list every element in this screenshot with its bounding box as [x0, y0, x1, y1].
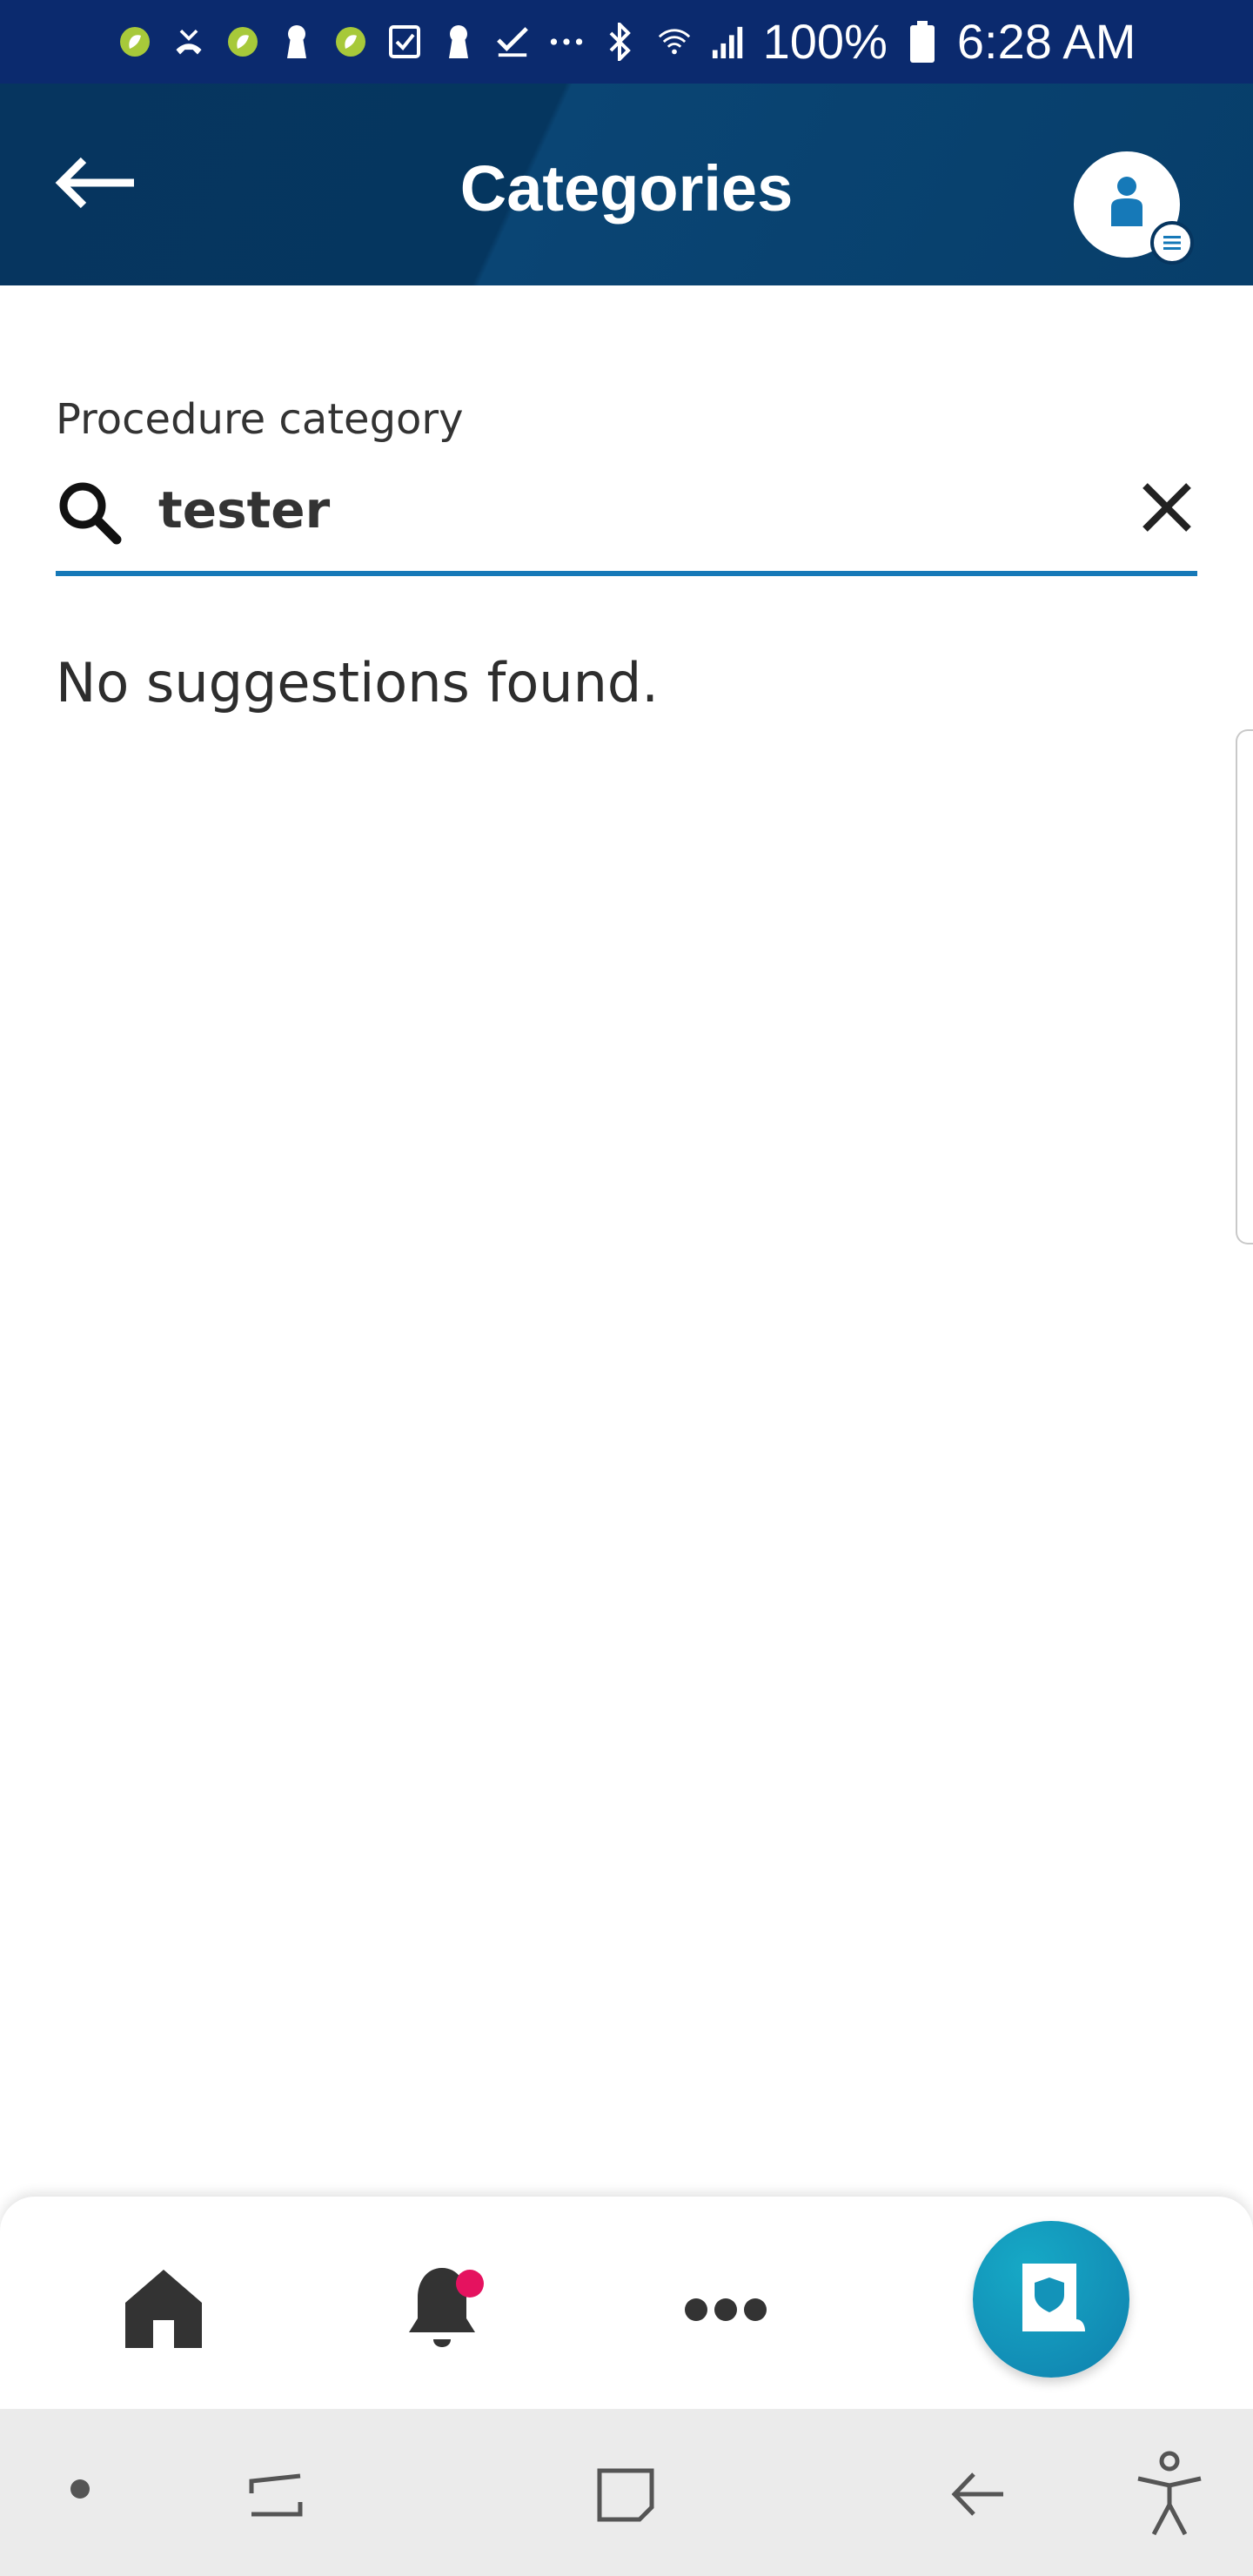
home-square-icon[interactable]: [590, 2458, 663, 2531]
home-icon: [120, 2264, 207, 2355]
battery-percent: 100%: [762, 14, 888, 69]
empty-results-message: No suggestions found.: [56, 651, 659, 714]
more-icon: [682, 2296, 769, 2327]
nav-notifications-button[interactable]: [392, 2257, 492, 2362]
dot-icon[interactable]: [61, 2470, 99, 2508]
checkmark-icon: [495, 23, 530, 61]
profile-icon: [1101, 172, 1153, 237]
keyhole-icon: [279, 23, 314, 61]
app-icon: [333, 23, 368, 61]
system-navigation-bar: [0, 2409, 1253, 2576]
recent-apps-icon[interactable]: [240, 2458, 313, 2531]
notification-dot: [456, 2270, 484, 2298]
nav-more-button[interactable]: [672, 2270, 780, 2353]
app-bar: Categories: [0, 84, 1253, 285]
bottom-navigation: [0, 2197, 1253, 2409]
search-input[interactable]: [158, 466, 1063, 553]
search-field-label: Procedure category: [56, 395, 464, 444]
battery-icon: [905, 21, 940, 63]
keyhole-icon: [441, 23, 476, 61]
more-icon: [549, 23, 584, 61]
app-icon: [117, 23, 152, 61]
policy-icon: [1012, 2258, 1090, 2340]
side-panel-handle[interactable]: [1236, 729, 1253, 1244]
nav-home-button[interactable]: [113, 2259, 214, 2360]
search-field: [56, 461, 1197, 576]
policy-fab-button[interactable]: [973, 2221, 1129, 2378]
checkbox-icon: [387, 23, 422, 61]
signal-icon: [711, 23, 746, 61]
app-icon: [225, 23, 260, 61]
back-arrow-icon[interactable]: [941, 2458, 1015, 2531]
menu-icon: [1150, 221, 1194, 265]
close-icon: [1140, 480, 1194, 538]
missed-call-icon: [171, 23, 206, 61]
clear-search-button[interactable]: [1136, 479, 1197, 540]
status-bar: 100% 6:28 AM: [0, 0, 1253, 84]
search-icon: [56, 479, 124, 547]
page-title: Categories: [459, 152, 794, 225]
profile-button[interactable]: [1074, 151, 1194, 265]
wifi-icon: [657, 23, 692, 61]
bluetooth-icon: [603, 23, 638, 61]
notification-icons: [117, 23, 746, 61]
clock: 6:28 AM: [956, 14, 1136, 69]
accessibility-icon[interactable]: [1128, 2449, 1211, 2539]
